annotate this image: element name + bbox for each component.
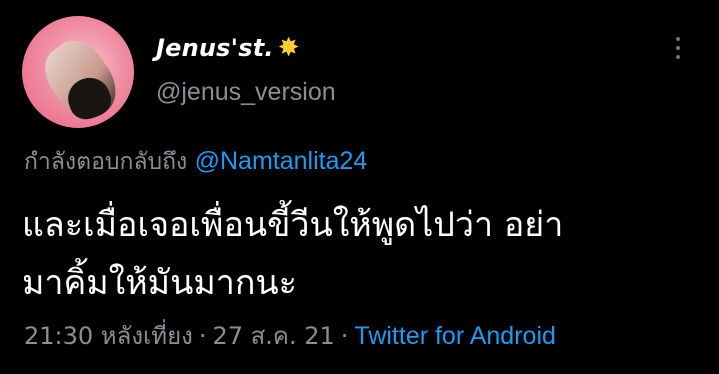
- user-handle[interactable]: @jenus_version: [156, 78, 336, 107]
- avatar[interactable]: [22, 16, 134, 128]
- meta-separator: ·: [198, 322, 207, 350]
- reply-mention-link[interactable]: @Namtanlita24: [195, 147, 368, 175]
- tweet-source-link[interactable]: Twitter for Android: [354, 322, 555, 350]
- more-icon-dot: [676, 55, 680, 59]
- tweet-card: Jenus'st. ✸ @jenus_version กำลังตอบกลับถ…: [0, 0, 719, 374]
- display-name-row[interactable]: Jenus'st. ✸: [156, 30, 299, 66]
- more-icon[interactable]: [668, 28, 688, 68]
- more-icon-dot: [676, 37, 680, 41]
- more-icon-dot: [676, 46, 680, 50]
- meta-separator: ·: [340, 322, 349, 350]
- display-name[interactable]: Jenus'st.: [156, 34, 274, 62]
- tweet-text-line: มาคิ้มให้มันมากนะ: [22, 263, 297, 303]
- sparkle-icon: ✸: [277, 33, 300, 63]
- reply-prefix: กำลังตอบกลับถึง: [24, 149, 188, 175]
- tweet-text-line: และเมื่อเจอเพื่อนขี้วีนให้พูดไปว่า อย่า: [22, 205, 564, 245]
- tweet-text: และเมื่อเจอเพื่อนขี้วีนให้พูดไปว่า อย่า …: [22, 196, 702, 312]
- reply-context: กำลังตอบกลับถึง @Namtanlita24: [24, 144, 367, 180]
- tweet-time[interactable]: 21:30 หลังเที่ยง: [24, 322, 193, 350]
- tweet-meta: 21:30 หลังเที่ยง · 27 ส.ค. 21 · Twitter for …: [24, 316, 556, 355]
- tweet-date[interactable]: 27 ส.ค. 21: [212, 322, 334, 350]
